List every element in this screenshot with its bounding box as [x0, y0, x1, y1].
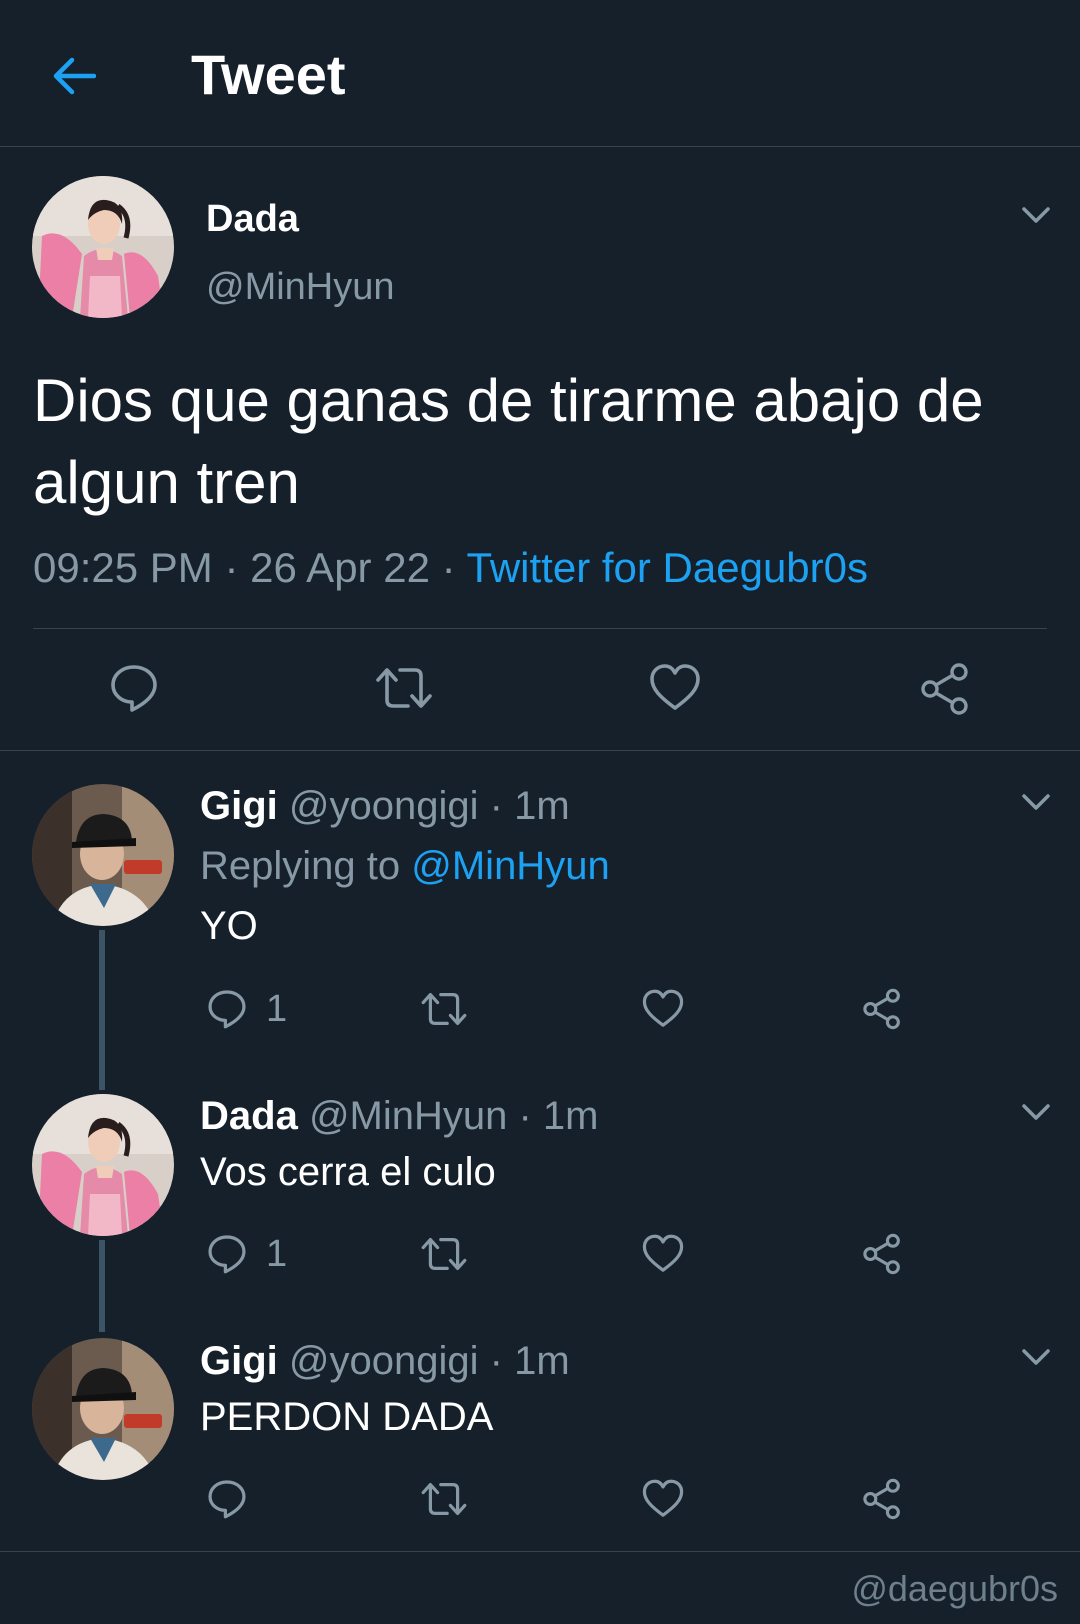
replying-mention-link[interactable]: @MinHyun	[411, 844, 609, 888]
avatar-gigi[interactable]	[32, 784, 174, 926]
chevron-down-icon	[1022, 1349, 1050, 1365]
heart-icon	[642, 989, 684, 1027]
like-button[interactable]	[641, 1233, 685, 1275]
reply-options-button[interactable]	[1016, 787, 1056, 817]
reply-options-button[interactable]	[1016, 1097, 1056, 1127]
reply-time: · 1m	[518, 1094, 599, 1138]
meta-separator: ·	[212, 544, 251, 591]
tweet-text: Dios que ganas de tirarme abajo de algun…	[33, 367, 984, 516]
avatar-dada-image	[32, 1094, 174, 1236]
reply-author-name[interactable]: Gigi	[200, 784, 278, 828]
replying-label: Replying to	[200, 844, 401, 888]
avatar-dada[interactable]	[32, 1094, 174, 1236]
reply-time: · 1m	[489, 784, 570, 828]
share-icon	[921, 663, 968, 715]
share-button[interactable]	[918, 662, 972, 716]
retweet-button[interactable]	[420, 1478, 468, 1520]
reply-header: Gigi @yoongigi · 1m	[200, 1337, 570, 1385]
watermark: @daegubr0s	[851, 1568, 1058, 1609]
retweet-icon	[376, 668, 432, 708]
tweet-meta: 09:25 PM · 26 Apr 22 · Twitter for Daegu…	[33, 540, 868, 596]
reply-author-handle[interactable]: @yoongigi	[289, 1339, 479, 1383]
author-name[interactable]: Dada	[206, 196, 299, 242]
arrow-left-icon	[53, 57, 96, 95]
tweet-client-link[interactable]: Twitter for Daegubr0s	[467, 544, 869, 591]
reply-button[interactable]	[108, 662, 160, 714]
avatar-dada[interactable]	[32, 176, 174, 318]
share-icon	[863, 1478, 900, 1520]
divider	[0, 750, 1080, 751]
reply-icon	[208, 1480, 246, 1519]
retweet-icon	[421, 1238, 467, 1270]
reply-icon	[208, 990, 246, 1029]
chevron-down-icon	[1022, 1104, 1050, 1120]
reply-options-button[interactable]	[1016, 1342, 1056, 1372]
like-button[interactable]	[641, 1478, 685, 1520]
share-icon	[863, 1233, 900, 1275]
tweet-action-bar	[0, 658, 1080, 718]
divider	[0, 1551, 1080, 1552]
reply-count: 1	[266, 988, 288, 1030]
avatar-gigi-image	[32, 784, 174, 926]
top-bar: Tweet	[0, 0, 1080, 147]
reply-count: 1	[266, 1233, 288, 1275]
avatar-gigi-image	[32, 1338, 174, 1480]
share-button[interactable]	[861, 988, 903, 1030]
heart-icon	[642, 1234, 684, 1272]
share-button[interactable]	[861, 1478, 903, 1520]
meta-separator: ·	[429, 544, 467, 591]
retweet-button[interactable]	[420, 988, 468, 1030]
reply-text: YO	[200, 904, 258, 948]
replying-to: Replying to @MinHyun	[200, 842, 610, 890]
reply-button[interactable]: 1	[206, 988, 287, 1030]
retweet-icon	[421, 1483, 467, 1515]
reply-icon	[111, 665, 157, 712]
heart-icon	[642, 1479, 684, 1517]
share-icon	[863, 988, 900, 1030]
tweet-time: 09:25 PM	[33, 544, 213, 591]
thread-line	[99, 930, 105, 1090]
heart-icon	[650, 664, 700, 710]
reply-author-name[interactable]: Dada	[200, 1094, 298, 1138]
share-button[interactable]	[861, 1233, 903, 1275]
reply-time: · 1m	[489, 1339, 570, 1383]
tweet-options-button[interactable]	[1016, 200, 1056, 230]
retweet-icon	[421, 993, 467, 1025]
back-button[interactable]	[44, 46, 104, 106]
chevron-down-icon	[1022, 207, 1050, 223]
reply-button[interactable]: 1	[206, 1233, 287, 1275]
reply-text: PERDON DADA	[200, 1395, 494, 1439]
thread-line	[99, 1240, 105, 1332]
like-button[interactable]	[648, 662, 702, 714]
reply-header: Gigi @yoongigi · 1m	[200, 782, 570, 830]
chevron-down-icon	[1022, 794, 1050, 810]
avatar-gigi[interactable]	[32, 1338, 174, 1480]
retweet-button[interactable]	[420, 1233, 468, 1275]
reply-icon	[208, 1235, 246, 1274]
reply-author-handle[interactable]: @MinHyun	[309, 1094, 507, 1138]
reply-author-name[interactable]: Gigi	[200, 1339, 278, 1383]
retweet-button[interactable]	[374, 662, 434, 714]
avatar-dada-image	[32, 176, 174, 318]
reply-author-handle[interactable]: @yoongigi	[289, 784, 479, 828]
divider	[33, 628, 1047, 629]
reply-text: Vos cerra el culo	[200, 1150, 496, 1194]
like-button[interactable]	[641, 988, 685, 1030]
author-handle[interactable]: @MinHyun	[206, 264, 395, 310]
tweet-date: 26 Apr 22	[250, 544, 430, 591]
page-title: Tweet	[191, 43, 346, 106]
reply-header: Dada @MinHyun · 1m	[200, 1092, 599, 1140]
reply-button[interactable]	[206, 1478, 248, 1520]
tweet-screen: Tweet Dada @MinHyun Dios que ganas de ti…	[0, 0, 1080, 1624]
